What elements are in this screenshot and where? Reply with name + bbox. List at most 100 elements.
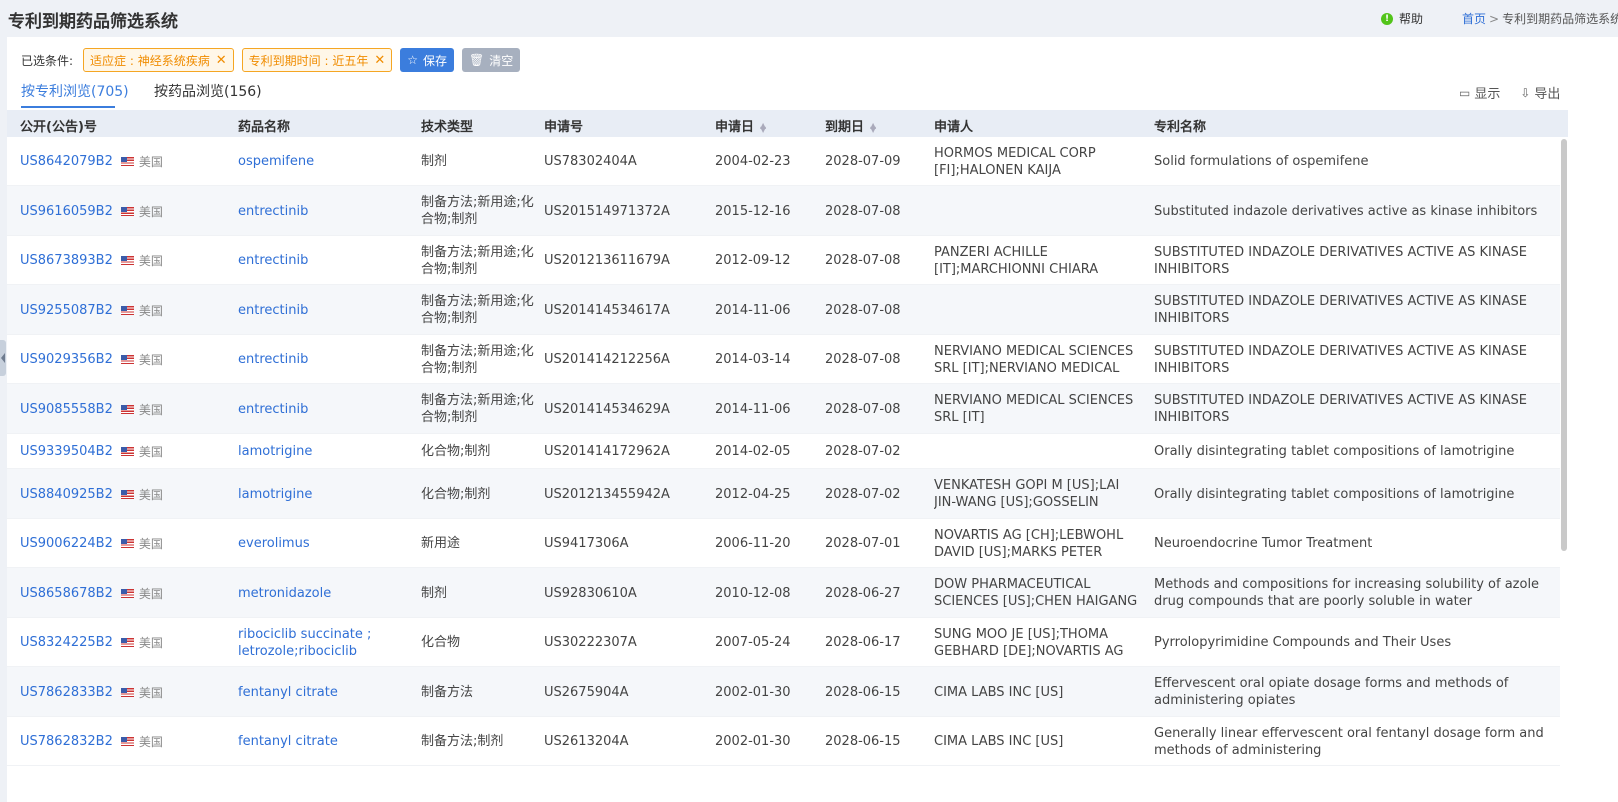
sort-icon[interactable]: ▲ ▼ xyxy=(760,121,766,133)
patent-title-text: SUBSTITUTED INDAZOLE DERIVATIVES ACTIVE … xyxy=(1154,393,1527,425)
cell-application-date: 2004-02-23 xyxy=(715,137,815,186)
table-row[interactable]: US9085558B2 美国 entrectinib 制备方法;新用途;化合物;制剂 U… xyxy=(7,384,1568,434)
patent-number-link[interactable]: US9006224B2 xyxy=(20,536,113,551)
patent-number-link[interactable]: US7862833B2 xyxy=(20,685,113,700)
drug-name-link[interactable]: ospemifene xyxy=(238,153,314,170)
us-flag-icon xyxy=(120,687,134,697)
drug-name-link[interactable]: ribociclib succinate ; letrozole;ribocic… xyxy=(238,626,413,660)
us-flag-icon xyxy=(120,157,134,166)
tech-type-text: 制备方法;新用途;化合物;制剂 xyxy=(421,244,534,277)
drug-name-link[interactable]: everolimus xyxy=(238,535,310,552)
cell-drug-name: lamotrigine xyxy=(238,434,413,469)
table-row[interactable]: US7862833B2 美国 fentanyl citrate 制备方法 US26759… xyxy=(7,667,1568,717)
drug-name-link[interactable]: entrectinib xyxy=(238,302,308,319)
clear-label: 清空 xyxy=(489,53,514,68)
cell-application-number: US78302404A xyxy=(544,137,709,186)
clear-button[interactable]: 🗑 清空 xyxy=(462,48,521,72)
cell-applicant xyxy=(934,186,1141,236)
patent-number-link[interactable]: US9339504B2 xyxy=(20,444,113,459)
drug-name-link[interactable]: entrectinib xyxy=(238,351,308,368)
column-header-expiry-date[interactable]: 到期日 ▲ ▼ xyxy=(825,116,876,135)
patent-number-link[interactable]: US9255087B2 xyxy=(20,303,113,318)
drug-name-link[interactable]: lamotrigine xyxy=(238,443,312,460)
us-flag-icon xyxy=(120,305,134,315)
cell-expiry-date: 2028-06-17 xyxy=(825,618,925,667)
sidebar-toggle[interactable] xyxy=(0,340,6,376)
drug-name-link[interactable]: metronidazole xyxy=(238,585,331,602)
breadcrumb-home[interactable]: 首页 xyxy=(1462,12,1486,26)
filter-chip-indication[interactable]: 适应症 : 神经系统疾病 ✕ xyxy=(83,48,234,72)
drug-name-link[interactable]: entrectinib xyxy=(238,203,308,220)
patent-number-link[interactable]: US8324225B2 xyxy=(20,635,113,650)
application-date-text: 2014-11-06 xyxy=(715,401,791,417)
cell-drug-name: ospemifene xyxy=(238,137,413,186)
country-label: 美国 xyxy=(138,487,163,502)
patent-number-link[interactable]: US9085558B2 xyxy=(20,402,113,417)
tech-type-text: 制备方法 xyxy=(421,684,474,700)
applicant-text: HORMOS MEDICAL CORP [FI];HALONEN KAIJA [… xyxy=(934,145,1096,178)
scrollbar-thumb[interactable] xyxy=(1561,139,1567,551)
cell-applicant: NERVIANO MEDICAL SCIENCES SRL [IT];NERVI… xyxy=(934,335,1141,384)
table-row[interactable]: US9339504B2 美国 lamotrigine 化合物;制剂 US20141417… xyxy=(7,434,1568,469)
patent-number-link[interactable]: US8642079B2 xyxy=(20,154,113,169)
cell-patent-title: Pyrrolopyrimidine Compounds and Their Us… xyxy=(1154,618,1554,667)
save-button[interactable]: ☆ 保存 xyxy=(400,48,455,72)
application-number-text: US9417306A xyxy=(544,536,629,551)
drug-name-link[interactable]: fentanyl citrate xyxy=(238,733,338,750)
application-number-text: US2675904A xyxy=(544,684,629,700)
display-button[interactable]: ▭ 显示 xyxy=(1459,83,1500,103)
drug-name-link[interactable]: entrectinib xyxy=(238,252,308,269)
table-row[interactable]: US8840925B2 美国 lamotrigine 化合物;制剂 US20121345… xyxy=(7,469,1568,519)
drug-name-link[interactable]: entrectinib xyxy=(238,401,308,418)
table-row[interactable]: US8324225B2 美国 ribociclib succinate ; letr… xyxy=(7,618,1568,667)
patent-title-text: SUBSTITUTED INDAZOLE DERIVATIVES ACTIVE … xyxy=(1154,244,1527,277)
cell-expiry-date: 2028-07-02 xyxy=(825,469,925,519)
cell-expiry-date: 2028-06-15 xyxy=(825,717,925,766)
patent-number-link[interactable]: US9616059B2 xyxy=(20,204,113,219)
app-title: 专利到期药品筛选系统 xyxy=(8,12,178,32)
application-number-text: US201213611679A xyxy=(544,253,670,268)
filter-chip-expiry[interactable]: 专利到期时间 : 近五年 ✕ xyxy=(241,48,393,72)
application-date-text: 2010-12-08 xyxy=(715,585,791,601)
table-row[interactable]: US8642079B2 美国 ospemifene 制剂 US78302404A 2004… xyxy=(7,137,1568,186)
close-icon[interactable]: ✕ xyxy=(374,53,385,68)
application-number-text: US201414212256A xyxy=(544,352,670,367)
table-row[interactable]: US7862832B2 美国 fentanyl citrate 制备方法;制剂 US26… xyxy=(7,717,1568,766)
cell-application-date: 2015-12-16 xyxy=(715,186,815,236)
cell-expiry-date: 2028-07-08 xyxy=(825,236,925,285)
tech-type-text: 制剂 xyxy=(421,154,448,169)
column-header-application-date[interactable]: 申请日 ▲ ▼ xyxy=(715,116,766,135)
cell-patent-title: SUBSTITUTED INDAZOLE DERIVATIVES ACTIVE … xyxy=(1154,236,1554,285)
cell-expiry-date: 2028-07-08 xyxy=(825,186,925,236)
patent-number-link[interactable]: US9029356B2 xyxy=(20,352,113,367)
cell-patent-title: Methods and compositions for increasing … xyxy=(1154,568,1554,618)
patent-number-link[interactable]: US8840925B2 xyxy=(20,487,113,502)
table-row[interactable]: US8658678B2 美国 metronidazole 制剂 US92830610A 2… xyxy=(7,568,1568,618)
applicant-text: DOW PHARMACEUTICAL SCIENCES [US];CHEN HA… xyxy=(934,577,1138,609)
patent-number-link[interactable]: US8673893B2 xyxy=(20,253,113,268)
cell-tech-type: 制剂 xyxy=(421,568,539,618)
cell-expiry-date: 2028-06-27 xyxy=(825,568,925,618)
cell-application-number: US201414212256A xyxy=(544,335,709,384)
breadcrumb-separator: > xyxy=(1489,12,1500,26)
sort-icon[interactable]: ▲ ▼ xyxy=(870,121,876,133)
export-button[interactable]: ⇩ 导出 xyxy=(1520,83,1560,103)
table-row[interactable]: US9255087B2 美国 entrectinib 制备方法;新用途;化合物;制剂 U… xyxy=(7,285,1568,335)
table-row[interactable]: US9006224B2 美国 everolimus 新用途 US9417306A 2006… xyxy=(7,519,1568,568)
cell-drug-name: entrectinib xyxy=(238,285,413,335)
tab-by-drug[interactable]: 按药品浏览(156) xyxy=(154,81,262,101)
applicant-text: PANZERI ACHILLE [IT];MARCHIONNI CHIARA [… xyxy=(934,244,1099,277)
table-row[interactable]: US9616059B2 美国 entrectinib 制备方法;新用途;化合物;制剂 U… xyxy=(7,186,1568,236)
drug-name-link[interactable]: lamotrigine xyxy=(238,486,312,503)
close-icon[interactable]: ✕ xyxy=(216,53,227,68)
country-label: 美国 xyxy=(138,537,163,551)
tab-by-patent[interactable]: 按专利浏览(705) xyxy=(21,81,129,108)
cell-expiry-date: 2028-07-09 xyxy=(825,137,925,186)
application-date-text: 2002-01-30 xyxy=(715,734,791,749)
drug-name-link[interactable]: fentanyl citrate xyxy=(238,684,338,701)
patent-number-link[interactable]: US7862832B2 xyxy=(20,734,113,749)
help-link[interactable]: ! 帮助 xyxy=(1381,10,1423,27)
table-row[interactable]: US8673893B2 美国 entrectinib 制备方法;新用途;化合物;制剂 U… xyxy=(7,236,1568,285)
table-row[interactable]: US9029356B2 美国 entrectinib 制备方法;新用途;化合物;制剂 U… xyxy=(7,335,1568,384)
patent-number-link[interactable]: US8658678B2 xyxy=(20,586,113,601)
